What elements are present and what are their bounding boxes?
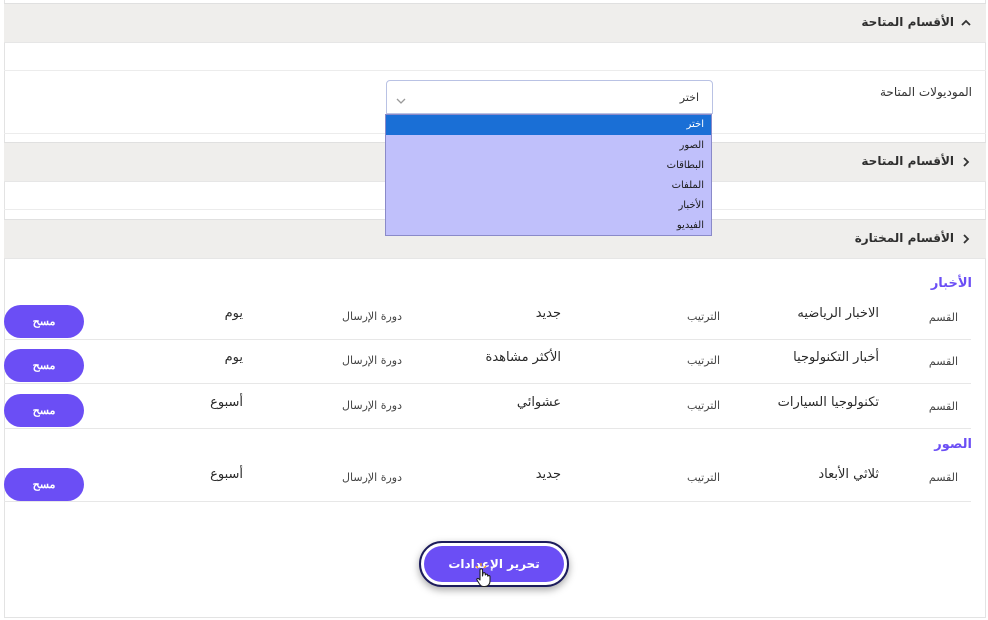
order-label: الترتيب (687, 399, 720, 412)
dropdown-option-files[interactable]: الملفات (386, 176, 711, 196)
modules-field-label: الموديولات المتاحة (879, 85, 972, 99)
dropdown-option-images[interactable]: الصور (386, 136, 711, 156)
group-title-news: الأخبار (930, 276, 972, 291)
order-value: الأكثر مشاهدة (485, 350, 561, 365)
order-label: الترتيب (687, 354, 720, 367)
table-row: القسم ثلاثي الأبعاد الترتيب جديد دورة ال… (4, 458, 971, 502)
row-divider (4, 501, 971, 502)
order-value: جديد (535, 306, 561, 321)
hand-pointer-icon (474, 562, 496, 588)
delete-button[interactable]: مسح (4, 394, 84, 427)
modules-select[interactable]: اختر (386, 80, 713, 114)
cycle-label: دورة الإرسال (342, 399, 402, 412)
section-header-available[interactable]: الأقسام المتاحة (4, 3, 986, 43)
row-divider (4, 428, 971, 429)
modules-select-value: اختر (679, 91, 699, 104)
divider (4, 70, 986, 71)
section-label: القسم (928, 400, 958, 413)
table-row: القسم تكنولوجيا السيارات الترتيب عشوائي … (4, 385, 971, 429)
modules-dropdown-list: اختر الصور البطاقات الملفات الأخبار الفي… (385, 114, 712, 236)
delete-button[interactable]: مسح (4, 468, 84, 501)
section-value: الاخبار الرياضيه (797, 306, 879, 321)
order-value: جديد (535, 467, 561, 482)
section-label: القسم (928, 355, 958, 368)
cycle-value: أسبوع (210, 395, 243, 410)
table-row: القسم أخبار التكنولوجيا الترتيب الأكثر م… (4, 340, 971, 384)
chevron-right-icon (958, 231, 974, 247)
section-title: الأقسام المختارة (854, 231, 954, 245)
order-label: الترتيب (687, 310, 720, 323)
section-title: الأقسام المتاحة (861, 15, 954, 29)
section-title: الأقسام المتاحة (861, 154, 954, 168)
dropdown-option-choose[interactable]: اختر (386, 115, 711, 135)
row-divider (4, 383, 971, 384)
cycle-label: دورة الإرسال (342, 471, 402, 484)
chevron-right-icon (958, 154, 974, 170)
cycle-value: يوم (224, 306, 243, 321)
group-title-images: الصور (934, 437, 972, 452)
dropdown-option-video[interactable]: الفيديو (386, 216, 711, 236)
cycle-label: دورة الإرسال (342, 310, 402, 323)
cycle-value: يوم (224, 350, 243, 365)
delete-button[interactable]: مسح (4, 305, 84, 338)
table-row: القسم الاخبار الرياضيه الترتيب جديد دورة… (4, 296, 971, 340)
order-value: عشوائي (516, 395, 561, 410)
section-label: القسم (928, 471, 958, 484)
cycle-label: دورة الإرسال (342, 354, 402, 367)
chevron-down-icon (395, 92, 407, 104)
section-value: تكنولوجيا السيارات (777, 395, 879, 410)
dropdown-option-cards[interactable]: البطاقات (386, 156, 711, 176)
section-value: أخبار التكنولوجيا (793, 350, 879, 365)
chevron-up-icon (958, 15, 974, 31)
cycle-value: أسبوع (210, 467, 243, 482)
delete-button[interactable]: مسح (4, 349, 84, 382)
dropdown-option-news[interactable]: الأخبار (386, 196, 711, 216)
order-label: الترتيب (687, 471, 720, 484)
section-label: القسم (928, 311, 958, 324)
section-value: ثلاثي الأبعاد (818, 467, 879, 482)
